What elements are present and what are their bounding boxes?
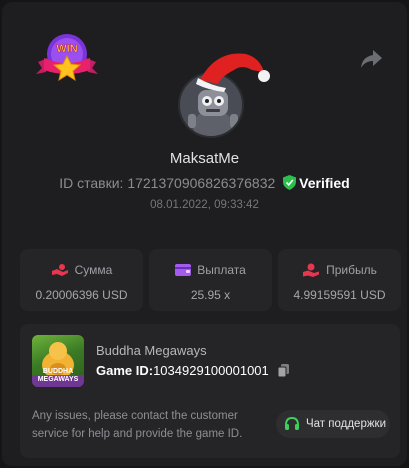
share-icon[interactable] (359, 48, 383, 70)
user-avatar (176, 46, 272, 142)
profit-hand-icon (303, 263, 320, 277)
game-id-label: Game ID: (96, 363, 154, 378)
headset-icon (285, 416, 299, 430)
bet-id-value: 1721370906826376832 (127, 175, 276, 191)
wallet-icon (175, 264, 192, 276)
stat-amount: Сумма 0.20006396 USD (20, 249, 143, 311)
game-thumbnail-text: BUDDHA MEGAWAYS (37, 368, 79, 383)
game-id-value: 1034929100001001 (153, 363, 269, 378)
game-info-card: BUDDHA MEGAWAYS Buddha Megaways Game ID:… (20, 324, 400, 458)
copy-icon[interactable] (278, 364, 290, 377)
bet-details-card: WIN MaksatMe ID ставки: 1721370906826376… (2, 2, 407, 466)
game-id-line: Game ID:1034929100001001 (96, 363, 290, 378)
support-chat-button[interactable]: Чат поддержки (276, 410, 390, 438)
stat-amount-label: Сумма (74, 263, 113, 277)
support-message: Any issues, please contact the customer … (32, 410, 243, 440)
stat-profit-label: Прибыль (326, 263, 377, 277)
support-chat-label: Чат поддержки (306, 418, 387, 430)
bet-id-label: ID ставки: (59, 175, 124, 191)
stat-payout-label: Выплата (197, 263, 246, 277)
stat-amount-value: 0.20006396 USD (35, 288, 128, 302)
stat-payout-value: 25.95 x (190, 288, 231, 302)
stat-profit-value: 4.99159591 USD (293, 288, 386, 302)
stat-profit-header: Прибыль (278, 263, 401, 277)
game-thumbnail[interactable]: BUDDHA MEGAWAYS (32, 335, 84, 387)
game-title[interactable]: Buddha Megaways (96, 343, 207, 358)
coins-hand-icon (51, 264, 68, 276)
verified-label: Verified (299, 175, 350, 191)
stat-payout-header: Выплата (149, 263, 272, 277)
santa-hat-icon (196, 53, 270, 92)
stat-amount-header: Сумма (20, 263, 143, 277)
stat-profit: Прибыль 4.99159591 USD (278, 249, 401, 311)
win-badge-text: WIN (56, 43, 77, 55)
username: MaksatMe (169, 150, 240, 167)
bet-id-line: ID ставки: 1721370906826376832 Verified (2, 175, 407, 191)
bet-date: 08.01.2022, 09:33:42 (150, 199, 259, 211)
stat-payout: Выплата 25.95 x (149, 249, 272, 311)
win-badge-icon: WIN (36, 34, 98, 82)
verified-shield-icon (283, 175, 297, 190)
